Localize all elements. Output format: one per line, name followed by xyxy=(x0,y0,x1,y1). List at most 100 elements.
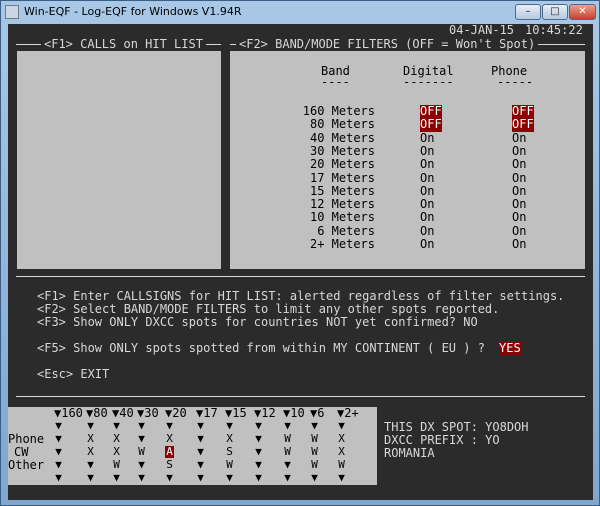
filter-phone-toggle[interactable]: OFF xyxy=(512,104,534,119)
grid-cell-phone: X xyxy=(338,432,345,445)
grid-cell-other: ▼ xyxy=(284,458,291,471)
col-phone-rule: ----- xyxy=(497,75,534,89)
grid-arrow: ▼ xyxy=(113,471,120,484)
grid-cell-other: ▼ xyxy=(138,458,145,471)
grid-cell-other: W xyxy=(311,458,318,471)
grid-cell-phone: X xyxy=(113,432,120,445)
grid-cell-other: S xyxy=(166,458,173,471)
filter-digital-toggle[interactable]: On xyxy=(420,157,434,171)
grid-cell-phone: W xyxy=(284,432,291,445)
grid-arrow: ▼ xyxy=(166,471,173,484)
title-bar[interactable]: Win-EQF - Log-EQF for Windows V1.94R – □… xyxy=(1,1,599,23)
grid-arrow: ▼ xyxy=(226,471,233,484)
hit-list-panel[interactable] xyxy=(17,51,221,269)
filter-digital-toggle[interactable]: On xyxy=(420,197,434,211)
col-digital-rule: ------- xyxy=(403,75,454,89)
grid-arrow: ▼ xyxy=(87,419,94,432)
filter-phone-toggle[interactable]: OFF xyxy=(512,117,534,132)
filter-digital-toggle[interactable]: On xyxy=(420,171,434,185)
filter-phone-toggle[interactable]: On xyxy=(512,237,526,251)
grid-arrow: ▼ xyxy=(338,471,345,484)
grid-cell-phone: ▼ xyxy=(197,432,204,445)
divider xyxy=(16,396,585,397)
grid-cell-cw: X xyxy=(87,445,94,458)
grid-cell-phone: W xyxy=(311,432,318,445)
grid-arrow: ▼ xyxy=(138,471,145,484)
date-readout: 04-JAN-15 xyxy=(449,24,515,37)
grid-cell-other: ▼ xyxy=(197,458,204,471)
grid-arrow: ▼ xyxy=(113,419,120,432)
grid-cell-cw: ▼ xyxy=(197,445,204,458)
filter-band-label: 12 Meters xyxy=(309,197,375,212)
grid-arrow: ▼ xyxy=(166,419,173,432)
maximize-button[interactable]: □ xyxy=(542,4,568,20)
grid-cell-other: ▼ xyxy=(87,458,94,471)
grid-arrow: ▼ xyxy=(55,471,62,484)
filters-title: <F2> BAND/MODE FILTERS (OFF = Won't Spot… xyxy=(236,38,539,51)
close-button[interactable]: ✕ xyxy=(569,4,596,20)
filter-band-label: 20 Meters xyxy=(309,157,375,172)
help-line-f3[interactable]: <F3> Show ONLY DXCC spots for countries … xyxy=(37,316,478,329)
filter-digital-toggle[interactable]: On xyxy=(420,184,434,198)
filter-phone-toggle[interactable]: On xyxy=(512,224,526,238)
grid-arrow: ▼ xyxy=(311,419,318,432)
window-title: Win-EQF - Log-EQF for Windows V1.94R xyxy=(24,5,242,18)
grid-arrow: ▼ xyxy=(311,471,318,484)
band-activity-grid: ▼160 ▼80 ▼40 ▼30 ▼20 ▼17 ▼15 ▼12 ▼10 ▼6 ▼2+ Phone … xyxy=(8,407,377,485)
console-area: 04-JAN-15 10:45:22 <F1> CALLS on HIT LIS… xyxy=(8,24,593,500)
grid-cell-other: ▼ xyxy=(55,458,62,471)
filter-digital-toggle[interactable]: On xyxy=(420,237,434,251)
filter-digital-toggle[interactable]: OFF xyxy=(420,104,442,119)
esc-exit[interactable]: <Esc> EXIT xyxy=(37,368,109,381)
help-line-f5: <F5> Show ONLY spots spotted from within… xyxy=(37,341,485,355)
grid-arrow: ▼ xyxy=(338,419,345,432)
divider xyxy=(16,276,585,277)
filter-phone-toggle[interactable]: On xyxy=(512,197,526,211)
grid-arrow: ▼ xyxy=(226,419,233,432)
hit-list-title: <F1> CALLS on HIT LIST xyxy=(41,38,206,51)
col-band-rule: ---- xyxy=(321,75,350,89)
filter-phone-toggle[interactable]: On xyxy=(512,211,526,225)
filter-digital-toggle[interactable]: On xyxy=(420,144,434,158)
filter-digital-toggle[interactable]: On xyxy=(420,131,434,145)
time-readout: 10:45:22 xyxy=(525,24,583,37)
filter-digital-toggle[interactable]: OFF xyxy=(420,117,442,132)
grid-cell-other: ▼ xyxy=(255,458,262,471)
filter-band-label: 10 Meters xyxy=(309,210,375,225)
grid-cell-cw: W xyxy=(311,445,318,458)
dx-country: ROMANIA xyxy=(384,446,435,460)
grid-cell-cw: X xyxy=(338,445,345,458)
filter-digital-toggle[interactable]: On xyxy=(420,211,434,225)
grid-arrow: ▼ xyxy=(255,419,262,432)
continent-filter-toggle[interactable]: YES xyxy=(499,342,521,355)
grid-cell-cw: ▼ xyxy=(255,445,262,458)
grid-cell-cw: S xyxy=(226,445,233,458)
grid-cell-phone: X xyxy=(226,432,233,445)
mode-label-other: Other xyxy=(8,458,45,472)
grid-cell-phone: ▼ xyxy=(55,432,62,445)
grid-arrow: ▼ xyxy=(197,471,204,484)
grid-arrow: ▼ xyxy=(55,419,62,432)
filter-band-label: 6 Meters xyxy=(317,223,375,238)
grid-cell-other: W xyxy=(338,458,345,471)
minimize-button[interactable]: – xyxy=(515,4,541,20)
grid-cell-cw: W xyxy=(138,445,145,458)
app-window: Win-EQF - Log-EQF for Windows V1.94R – □… xyxy=(0,0,600,506)
filter-phone-toggle[interactable]: On xyxy=(512,184,526,198)
filter-phone-toggle[interactable]: On xyxy=(512,171,526,185)
filter-phone-toggle[interactable]: On xyxy=(512,157,526,171)
filter-digital-toggle[interactable]: On xyxy=(420,224,434,238)
filter-phone-toggle[interactable]: On xyxy=(512,144,526,158)
grid-arrow: ▼ xyxy=(255,471,262,484)
filter-band-label: 2+ Meters xyxy=(309,237,375,251)
grid-arrow: ▼ xyxy=(138,419,145,432)
band-mode-filter-panel[interactable]: Band Digital Phone ---- ------- ----- 16… xyxy=(230,51,585,269)
filter-band-label: 15 Meters xyxy=(309,183,375,198)
filter-band-label: 17 Meters xyxy=(309,170,375,185)
grid-cell-cw: ▼ xyxy=(55,445,62,458)
grid-cell-cw: W xyxy=(284,445,291,458)
grid-cell-other: W xyxy=(226,458,233,471)
grid-cell-phone: X xyxy=(166,432,173,445)
grid-cell-other: W xyxy=(113,458,120,471)
filter-phone-toggle[interactable]: On xyxy=(512,131,526,145)
